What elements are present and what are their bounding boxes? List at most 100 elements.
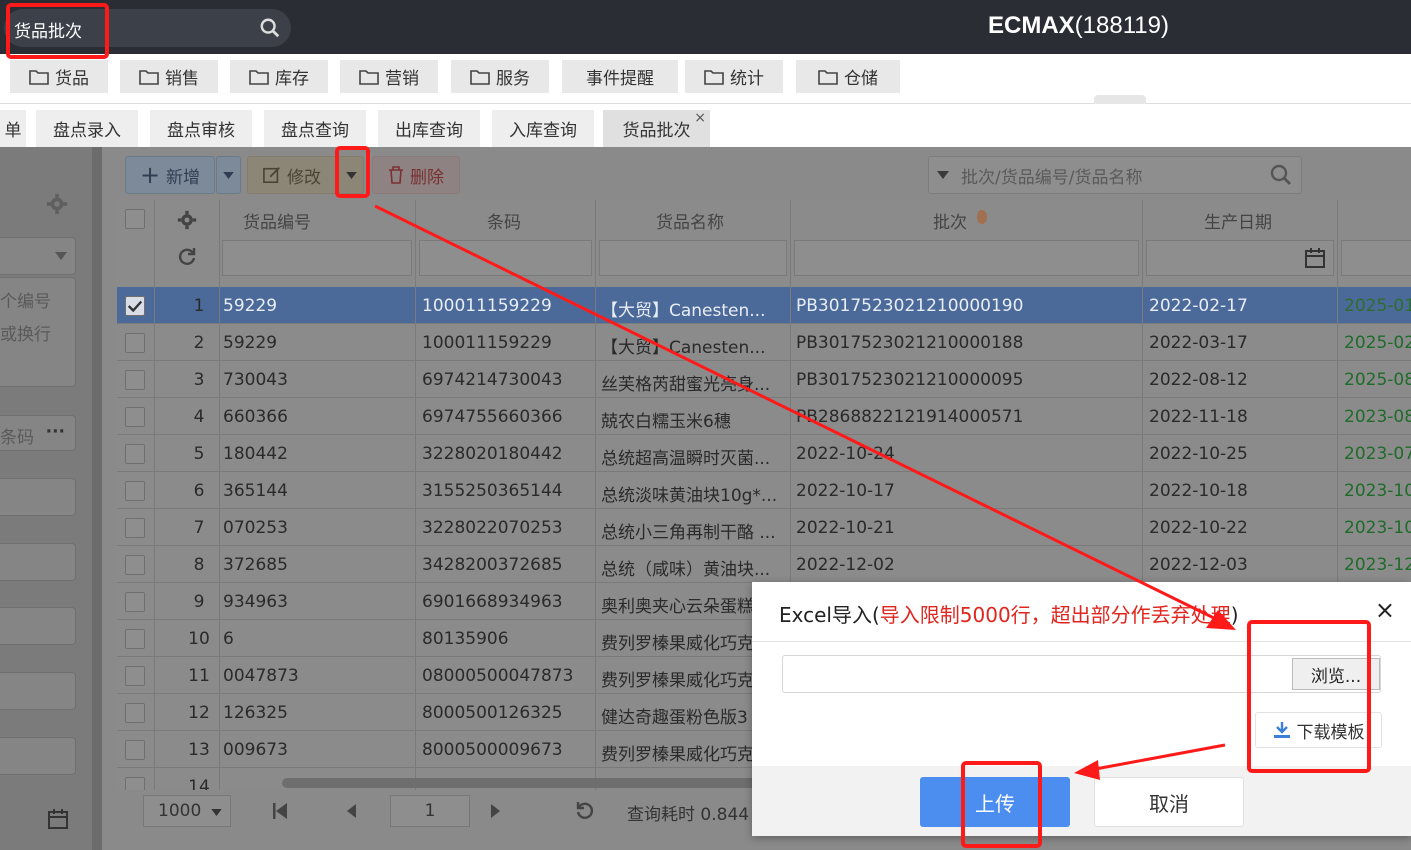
code-textarea[interactable]: 个编号 或换行 — [0, 277, 76, 387]
menu-item-service[interactable]: 服务 — [451, 60, 549, 93]
row-checkbox[interactable] — [125, 370, 145, 390]
column-header-name[interactable]: 货品名称 — [656, 208, 724, 233]
filter-field-2[interactable] — [0, 543, 76, 581]
cell-batch: PB2868822121914000571 — [796, 407, 1024, 427]
table-row[interactable]: 6 365144 3155250365144 总统淡味黄油块10g*... 2022-1… — [117, 473, 1411, 509]
filter-field-5[interactable] — [0, 737, 76, 775]
close-icon[interactable]: × — [1375, 596, 1395, 624]
table-row[interactable]: 4 660366 6974755660366 兢农白糯玉米6穗 PB2868822121… — [117, 399, 1411, 435]
row-checkbox[interactable] — [125, 666, 145, 686]
cell-n: 3 — [193, 370, 205, 390]
tab-outbound-query[interactable]: 出库查询 — [378, 110, 480, 147]
cell-date: 2022-03-17 — [1149, 333, 1248, 353]
filter-input-code[interactable] — [222, 240, 412, 276]
calendar-icon[interactable] — [48, 809, 68, 829]
menu-item-stats[interactable]: 统计 — [685, 60, 783, 93]
close-icon[interactable]: × — [694, 110, 706, 126]
page-number-input[interactable]: 1 — [390, 795, 470, 827]
menu-item-events[interactable]: 事件提醒 — [562, 60, 678, 93]
table-row[interactable]: 7 070253 3228022070253 总统小三角再制干酪 ... 2022-10… — [117, 510, 1411, 546]
filter-panel: 个编号 或换行 条码 ··· — [0, 147, 92, 850]
select-all-checkbox[interactable] — [125, 209, 145, 229]
row-checkbox[interactable] — [125, 518, 145, 538]
delete-label: 删除 — [410, 167, 444, 188]
column-header-code[interactable]: 货品编号 — [243, 208, 311, 233]
filter-field-3[interactable] — [0, 607, 76, 645]
cell-barcode: 3428200372685 — [422, 555, 563, 575]
filter-field-4[interactable] — [0, 672, 76, 710]
table-row[interactable]: 2 59229 100011159229 【大贸】Canesten... PB30175… — [117, 325, 1411, 361]
cell-code: 365144 — [223, 481, 288, 501]
cell-date: 2022-02-17 — [1149, 296, 1248, 316]
cell-name: 兢农白糯玉米6穗 — [601, 412, 731, 432]
tab-stocktake-entry[interactable]: 盘点录入 — [36, 110, 138, 147]
tab-label: 盘点查询 — [281, 121, 349, 141]
row-checkbox[interactable] — [125, 629, 145, 649]
cell-batch: 2022-10-24 — [796, 444, 895, 464]
add-button[interactable]: + 新增 — [125, 156, 215, 194]
search-icon[interactable] — [259, 17, 281, 39]
cell-date: 2022-10-18 — [1149, 481, 1248, 501]
table-row[interactable]: 3 730043 6974214730043 丝芙格芮甜蜜光亮身... PB301752… — [117, 362, 1411, 398]
next-page-icon[interactable] — [491, 804, 500, 818]
caret-down-icon — [937, 171, 949, 179]
folder-icon — [359, 69, 379, 85]
menu-item-marketing[interactable]: 营销 — [340, 60, 438, 93]
page-size-select[interactable]: 1000 — [143, 795, 231, 827]
column-header-production-date[interactable]: 生产日期 — [1204, 208, 1272, 233]
row-checkbox[interactable] — [125, 296, 145, 316]
prev-page-icon[interactable] — [347, 804, 356, 818]
menu-item-inventory[interactable]: 库存 — [230, 60, 328, 93]
panel-splitter[interactable] — [92, 147, 102, 850]
column-header-barcode[interactable]: 条码 — [487, 208, 521, 233]
row-checkbox[interactable] — [125, 740, 145, 760]
menu-item-sales[interactable]: 销售 — [120, 60, 218, 93]
tab-goods-batch[interactable]: 货品批次 × — [603, 110, 710, 147]
row-checkbox[interactable] — [125, 481, 145, 501]
cell-date: 2022-08-12 — [1149, 370, 1248, 390]
add-dropdown-button[interactable] — [216, 156, 241, 194]
menu-collapse-handle[interactable] — [1094, 95, 1146, 104]
filter-input-date[interactable] — [1146, 240, 1334, 276]
filter-input-barcode[interactable] — [419, 240, 592, 276]
column-header-batch[interactable]: 批次 — [933, 208, 967, 233]
gear-icon[interactable] — [46, 193, 68, 215]
tab-inbound-query[interactable]: 入库查询 — [492, 110, 594, 147]
cancel-button[interactable]: 取消 — [1094, 777, 1244, 827]
row-checkbox[interactable] — [125, 703, 145, 723]
row-checkbox[interactable] — [125, 592, 145, 612]
folder-icon — [818, 69, 838, 85]
barcode-field[interactable]: 条码 ··· — [0, 415, 76, 451]
filter-field-1[interactable] — [0, 478, 76, 516]
reload-icon[interactable] — [575, 801, 595, 821]
more-icon[interactable]: ··· — [46, 422, 65, 442]
menu-item-goods[interactable]: 货品 — [10, 60, 108, 93]
tab-stocktake-query[interactable]: 盘点查询 — [264, 110, 366, 147]
column-divider — [219, 200, 220, 790]
filter-input-name[interactable] — [599, 240, 787, 276]
filter-input-expiry[interactable] — [1341, 240, 1411, 276]
refresh-icon[interactable] — [177, 247, 197, 267]
row-checkbox[interactable] — [125, 777, 145, 790]
delete-button[interactable]: 删除 — [372, 156, 460, 194]
edit-button[interactable]: 修改 — [247, 156, 337, 194]
calendar-icon[interactable] — [1305, 248, 1325, 268]
cell-code: 6 — [223, 629, 234, 649]
tab-order[interactable]: 单 — [0, 110, 26, 147]
row-divider — [117, 360, 1411, 361]
row-checkbox[interactable] — [125, 555, 145, 575]
tab-stocktake-review[interactable]: 盘点审核 — [150, 110, 252, 147]
gear-icon[interactable] — [177, 210, 197, 230]
row-checkbox[interactable] — [125, 333, 145, 353]
filter-input-batch[interactable] — [794, 240, 1139, 276]
row-checkbox[interactable] — [125, 407, 145, 427]
table-row[interactable]: 1 59229 100011159229 【大贸】Canesten... PB30175… — [117, 288, 1411, 324]
row-checkbox[interactable] — [125, 444, 145, 464]
table-row[interactable]: 5 180442 3228020180442 总统超高温瞬时灭菌... 2022-10-… — [117, 436, 1411, 472]
batch-search-input[interactable]: 批次/货品编号/货品名称 — [928, 156, 1302, 194]
search-icon[interactable] — [1269, 163, 1293, 187]
first-page-icon[interactable] — [273, 803, 287, 819]
filter-select[interactable] — [0, 237, 76, 275]
menu-item-warehouse[interactable]: 仓储 — [796, 60, 900, 93]
table-row[interactable]: 8 372685 3428200372685 总统（咸味）黄油块... 2022-12-… — [117, 547, 1411, 583]
